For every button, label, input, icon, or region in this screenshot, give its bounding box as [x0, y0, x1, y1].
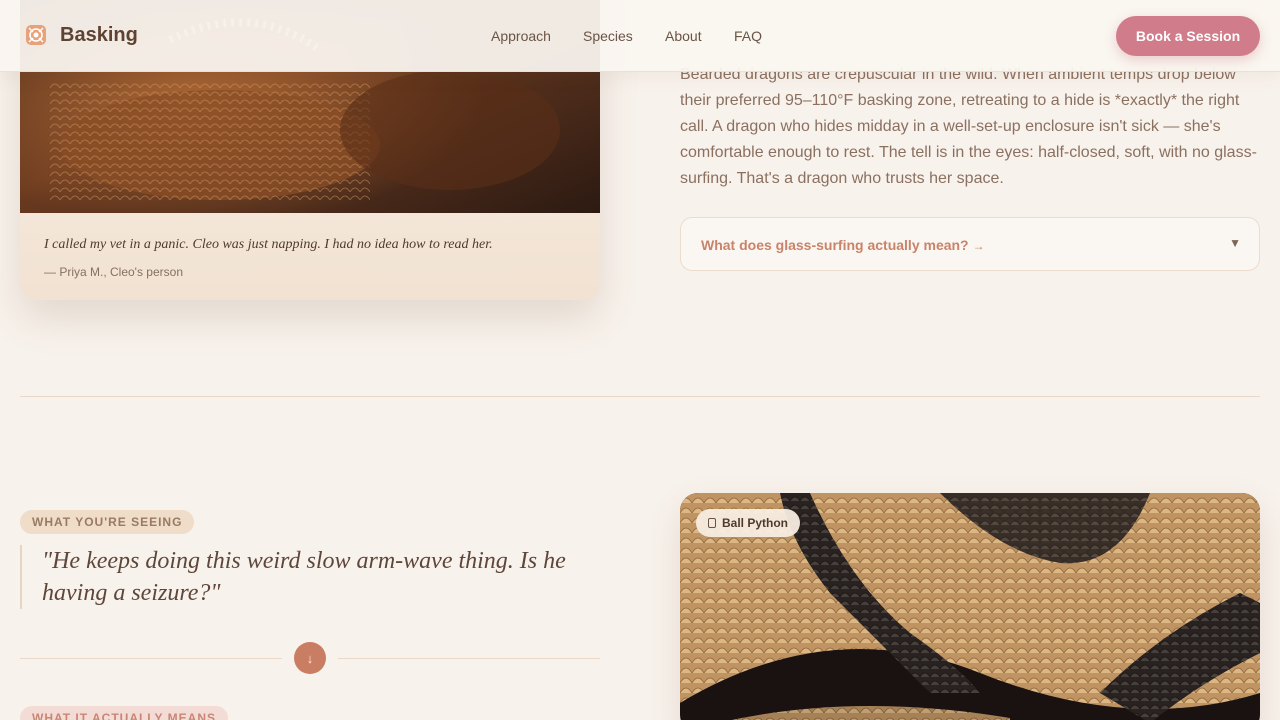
what-it-means-badge: WHAT IT ACTUALLY MEANS [20, 706, 228, 720]
what-youre-seeing-badge: WHAT YOU'RE SEEING [20, 510, 195, 534]
arrow-right-icon: → [972, 239, 985, 253]
nav-link-about[interactable]: About [665, 28, 702, 44]
species-tag[interactable]: Ball Python [696, 509, 801, 537]
faq-question-text: What does glass-surfing actually mean? [701, 237, 969, 253]
testimonial-quote-band: I called my vet in a panic. Cleo was jus… [20, 213, 600, 300]
divider-left [20, 658, 282, 659]
tag-icon [708, 518, 716, 528]
divider-right [338, 658, 600, 659]
explanation-paragraph: Bearded dragons are crepuscular in the w… [680, 66, 1257, 187]
testimonial-attribution: — Priya M., Cleo's person [44, 265, 184, 279]
scenario-quote: "He keeps doing this weird slow arm-wave… [42, 548, 566, 606]
arrow-down-icon[interactable]: ↓ [294, 642, 326, 674]
species-tag-label: Ball Python [722, 516, 789, 530]
species-photo-card[interactable]: Ball Python [680, 493, 1260, 720]
chevron-down-icon[interactable]: ▼ [1229, 236, 1241, 250]
brand-name[interactable]: Basking [60, 24, 138, 47]
testimonial-quote: I called my vet in a panic. Cleo was jus… [44, 237, 493, 252]
scenario-quote-block: "He keeps doing this weird slow arm-wave… [20, 545, 600, 609]
book-session-button[interactable]: Book a Session [1116, 16, 1260, 56]
nav-link-species[interactable]: Species [583, 28, 633, 44]
nav-link-faq[interactable]: FAQ [734, 28, 762, 44]
nav-link-approach[interactable]: Approach [491, 28, 551, 44]
faq-question[interactable]: What does glass-surfing actually mean? → [701, 237, 985, 253]
faq-accordion[interactable]: What does glass-surfing actually mean? → … [680, 217, 1260, 271]
section-divider [20, 396, 1260, 397]
logo-icon[interactable] [25, 24, 47, 46]
site-header: Basking Approach Species About FAQ Book … [0, 0, 1280, 72]
